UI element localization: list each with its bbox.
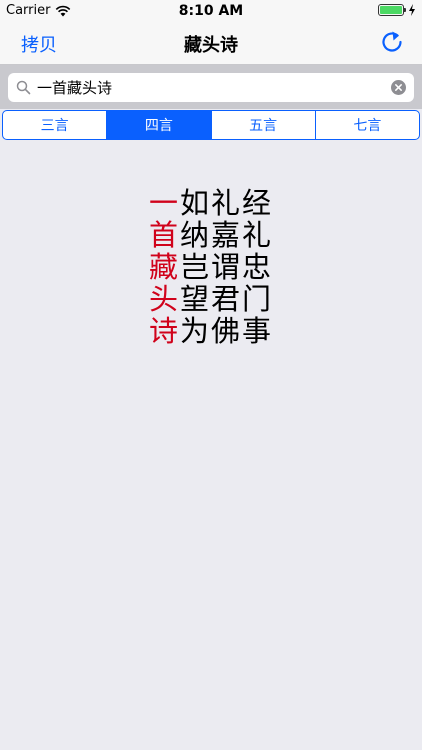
segment-three-char[interactable]: 三言: [3, 111, 108, 139]
search-icon: [16, 80, 31, 95]
search-field[interactable]: [8, 73, 414, 102]
line-rest: 岂谓忠: [180, 250, 274, 284]
head-char: 头: [148, 282, 180, 316]
page-title: 藏头诗: [184, 35, 238, 56]
status-right: [378, 4, 416, 16]
segment-seven-char[interactable]: 七言: [316, 111, 419, 139]
status-bar: Carrier 8:10 AM: [0, 0, 422, 22]
battery-icon: [378, 4, 406, 16]
search-bar: [0, 65, 422, 109]
battery-fill: [380, 6, 402, 14]
poem-line: 首纳嘉礼: [149, 219, 273, 251]
refresh-icon[interactable]: [378, 28, 406, 56]
poem-line: 诗为佛事: [149, 315, 273, 347]
line-rest: 如礼经: [180, 186, 274, 220]
line-rest: 望君门: [180, 282, 274, 316]
head-char: 诗: [148, 314, 180, 348]
status-time: 8:10 AM: [178, 3, 244, 19]
head-char: 一: [148, 186, 180, 220]
head-char: 首: [148, 218, 180, 252]
poem-line: 藏岂谓忠: [149, 251, 273, 283]
line-rest: 纳嘉礼: [180, 218, 274, 252]
segment-five-char[interactable]: 五言: [212, 111, 316, 139]
poem: 一如礼经 首纳嘉礼 藏岂谓忠 头望君门 诗为佛事: [0, 187, 422, 347]
poem-length-selector: 三言 四言 五言 七言: [2, 110, 420, 140]
segment-four-char[interactable]: 四言: [107, 111, 212, 139]
poem-line: 一如礼经: [149, 187, 273, 219]
clear-icon[interactable]: [391, 80, 406, 95]
nav-bar: 拷贝 藏头诗: [0, 22, 422, 65]
head-char: 藏: [148, 250, 180, 284]
line-rest: 为佛事: [180, 314, 274, 348]
poem-line: 头望君门: [149, 283, 273, 315]
charging-bolt-icon: [409, 4, 415, 16]
search-input[interactable]: [37, 73, 377, 102]
